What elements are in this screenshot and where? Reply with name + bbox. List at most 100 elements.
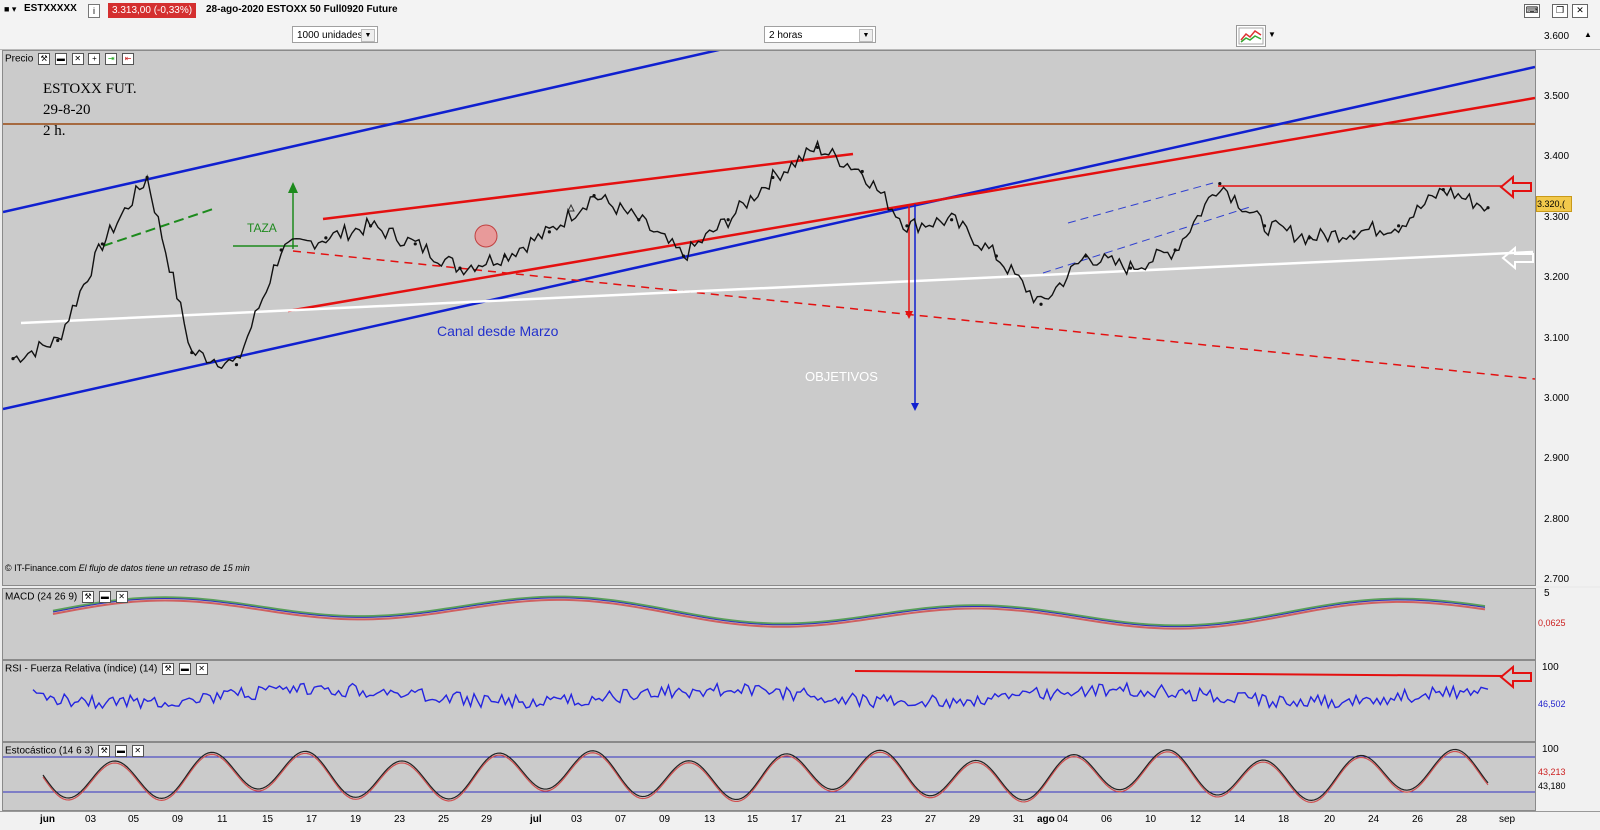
green-dashed-line: [102, 208, 214, 247]
x-tick-label: 17: [791, 814, 803, 825]
x-tick-label: 29: [481, 814, 493, 825]
rsi-y-axis: 100 46,502: [1536, 660, 1600, 742]
price-point: [1173, 248, 1177, 252]
timeframe-value: 2 horas: [769, 30, 803, 41]
price-point: [860, 169, 864, 174]
chevron-down-icon[interactable]: ▼: [859, 29, 873, 42]
add-panel-icon[interactable]: +: [88, 53, 101, 65]
quantity-value: 1000 unidades: [297, 30, 363, 41]
y-tick-label: 3.200: [1544, 272, 1570, 284]
taza-arrow-head: [288, 182, 298, 193]
price-point: [637, 218, 641, 222]
panel-title: Precio: [5, 53, 34, 65]
remove-icon[interactable]: ⇤: [122, 53, 135, 65]
panel-title: MACD (24 26 9): [5, 591, 78, 603]
x-tick-label: 12: [1190, 814, 1202, 825]
chevron-down-icon[interactable]: ▼: [1268, 30, 1276, 39]
x-tick-label: 03: [85, 814, 97, 825]
info-icon[interactable]: i: [88, 4, 100, 18]
wrench-icon[interactable]: ⚒: [162, 663, 175, 675]
x-tick-label: 25: [438, 814, 450, 825]
timeframe-select[interactable]: 2 horas ▼: [764, 26, 876, 43]
x-tick-label: 19: [350, 814, 362, 825]
x-tick-label: 10: [1145, 814, 1157, 825]
chart-type-button[interactable]: [1236, 25, 1266, 47]
price-point: [547, 230, 551, 234]
price-point: [1307, 236, 1311, 240]
macd-chart[interactable]: [3, 589, 1535, 659]
close-panel-icon[interactable]: ✕: [195, 663, 208, 675]
price-point: [190, 350, 194, 355]
source-label: © IT-Finance.com: [5, 563, 77, 573]
y-tick-label: 2.800: [1544, 513, 1570, 525]
stoch-chart[interactable]: [3, 743, 1535, 810]
dropdown-icon[interactable]: ■ ▾: [4, 4, 16, 15]
price-chart[interactable]: [3, 51, 1535, 585]
chart-type-icon: [1238, 27, 1264, 45]
instrument-description: 28-ago-2020 ESTOXX 50 Full0920 Future: [206, 4, 398, 15]
price-point: [11, 357, 15, 361]
panel-header: RSI - Fuerza Relativa (índice) (14) ⚒ ▬ …: [5, 663, 208, 675]
x-tick-label: 24: [1368, 814, 1380, 825]
x-tick-label: 28: [1456, 814, 1468, 825]
price-point: [1262, 224, 1267, 228]
x-tick-label: 11: [217, 814, 228, 825]
y-tick-label: 3.400: [1544, 151, 1570, 163]
wrench-icon[interactable]: ⚒: [98, 745, 111, 757]
x-tick-label: 17: [306, 814, 318, 825]
chart-note: ESTOXX FUT. 29-8-20 2 h.: [43, 79, 137, 142]
close-icon[interactable]: ✕: [1572, 4, 1588, 18]
x-tick-label: 15: [262, 814, 274, 825]
delay-notice: El flujo de datos tiene un retraso de 15…: [78, 563, 250, 573]
close-panel-icon[interactable]: ✕: [115, 591, 128, 603]
price-point: [950, 218, 954, 222]
rsi-top-tick: 100: [1542, 662, 1559, 673]
price-point: [234, 363, 239, 367]
x-tick-label: 31: [1013, 814, 1025, 825]
stoch-d-line: [42, 750, 1489, 803]
panel-header: Precio ⚒ ▬ ✕ + ⇥ ⇤: [5, 53, 135, 65]
export-icon[interactable]: ⇥: [105, 53, 118, 65]
rsi-panel: RSI - Fuerza Relativa (índice) (14) ⚒ ▬ …: [2, 660, 1536, 742]
price-point: [905, 224, 909, 228]
objetivos-annotation: OBJETIVOS: [805, 369, 878, 384]
x-tick-label: 23: [881, 814, 893, 825]
collapse-arrow-icon[interactable]: ▲: [1584, 30, 1592, 39]
close-panel-icon[interactable]: ✕: [71, 53, 84, 65]
minimize-panel-icon[interactable]: ▬: [98, 591, 111, 603]
panel-header: Estocástico (14 6 3) ⚒ ▬ ✕: [5, 745, 144, 757]
rsi-chart[interactable]: [3, 661, 1535, 741]
restore-window-icon[interactable]: ❐: [1552, 4, 1568, 18]
macd-y-axis: 5 0,0625: [1536, 588, 1600, 660]
y-tick-label: 3.100: [1544, 332, 1570, 344]
price-y-axis: 3.600 3.500 3.400 3.300 3.200 3.100 3.000 2.900…: [1536, 31, 1600, 706]
red-arrow-icon: [1499, 664, 1532, 690]
highlight-circle: [474, 224, 498, 248]
y-tick-label: 2.700: [1544, 573, 1570, 585]
wrench-icon[interactable]: ⚒: [82, 591, 95, 603]
price-series-line: [12, 139, 1489, 370]
minimize-panel-icon[interactable]: ▬: [114, 745, 127, 757]
y-tick-label: 3.500: [1544, 91, 1570, 103]
x-tick-label: 20: [1324, 814, 1336, 825]
red-trend-line: [287, 96, 1535, 313]
keyboard-icon[interactable]: ⌨: [1524, 4, 1540, 18]
quantity-select[interactable]: 1000 unidades ▼: [292, 26, 378, 43]
chevron-down-icon[interactable]: ▼: [361, 29, 375, 42]
price-point: [994, 254, 998, 258]
symbol-label[interactable]: ESTXXXXX: [24, 3, 77, 14]
price-point: [503, 254, 507, 258]
minimize-panel-icon[interactable]: ▬: [178, 663, 191, 675]
toolbar: 1000 unidades ▼ 2 horas ▼ ▼ ▲: [0, 22, 1600, 50]
x-tick-label: 21: [835, 814, 847, 825]
minimize-panel-icon[interactable]: ▬: [54, 53, 67, 65]
price-point: [1397, 224, 1401, 228]
macd-top-tick: 5: [1544, 588, 1550, 599]
wrench-icon[interactable]: ⚒: [38, 53, 51, 65]
taza-annotation: TAZA: [247, 221, 277, 235]
x-tick-label: 03: [571, 814, 583, 825]
stoch-value-2: 43,180: [1538, 781, 1566, 791]
close-panel-icon[interactable]: ✕: [131, 745, 144, 757]
x-tick-label: 09: [659, 814, 671, 825]
price-badge: 3.313,00 (-0,33%): [108, 3, 197, 18]
